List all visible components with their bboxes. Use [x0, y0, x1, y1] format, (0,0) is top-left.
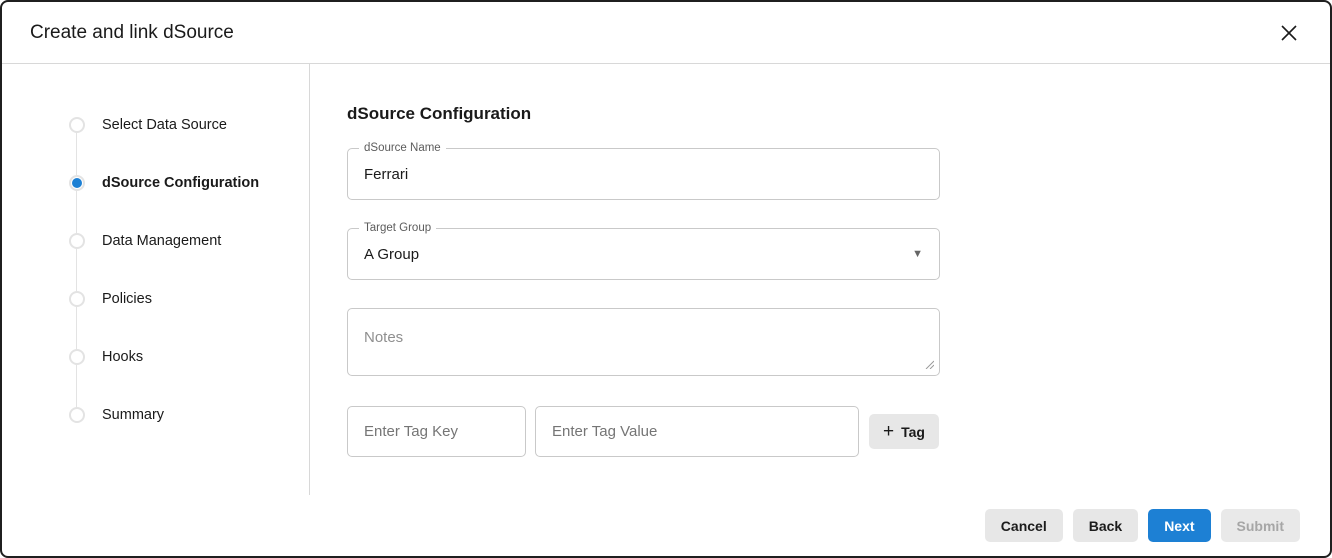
create-dsource-dialog: Create and link dSource Select Data Sour… — [0, 0, 1332, 558]
notes-textarea[interactable] — [347, 308, 940, 376]
add-tag-button[interactable]: + Tag — [869, 414, 939, 449]
wizard-stepper: Select Data Source dSource Configuration… — [2, 64, 310, 495]
step-label: Data Management — [102, 233, 221, 249]
notes-field — [347, 308, 940, 376]
chevron-down-icon: ▼ — [912, 248, 923, 260]
step-hooks[interactable]: Hooks — [2, 328, 309, 386]
step-label: Policies — [102, 291, 152, 307]
dsource-name-field: dSource Name — [347, 148, 940, 200]
step-select-data-source[interactable]: Select Data Source — [2, 96, 309, 154]
step-policies[interactable]: Policies — [2, 270, 309, 328]
tag-key-input[interactable] — [347, 406, 526, 457]
step-circle-icon — [69, 349, 85, 365]
target-group-label: Target Group — [359, 221, 436, 236]
target-group-select[interactable]: Target Group A Group ▼ — [347, 228, 940, 280]
dsource-name-input[interactable] — [364, 166, 923, 183]
dialog-footer: Cancel Back Next Submit — [2, 495, 1330, 556]
step-label: dSource Configuration — [102, 175, 259, 191]
next-button[interactable]: Next — [1148, 509, 1210, 542]
step-label: Hooks — [102, 349, 143, 365]
tag-value-input[interactable] — [535, 406, 859, 457]
close-icon — [1280, 24, 1298, 42]
step-circle-active-icon — [69, 175, 85, 191]
step-circle-icon — [69, 407, 85, 423]
target-group-value: A Group — [364, 246, 904, 263]
dialog-title: Create and link dSource — [30, 22, 234, 44]
step-summary[interactable]: Summary — [2, 386, 309, 444]
back-button[interactable]: Back — [1073, 509, 1138, 542]
tag-entry-row: + Tag — [347, 406, 940, 457]
submit-button[interactable]: Submit — [1221, 509, 1300, 542]
dialog-body: Select Data Source dSource Configuration… — [2, 64, 1330, 495]
step-circle-icon — [69, 117, 85, 133]
step-circle-icon — [69, 291, 85, 307]
step-label: Summary — [102, 407, 164, 423]
step-dsource-configuration[interactable]: dSource Configuration — [2, 154, 309, 212]
dialog-header: Create and link dSource — [2, 2, 1330, 64]
cancel-button[interactable]: Cancel — [985, 509, 1063, 542]
dsource-name-label: dSource Name — [359, 141, 446, 156]
dsource-configuration-panel: dSource Configuration dSource Name Targe… — [310, 64, 1330, 495]
step-data-management[interactable]: Data Management — [2, 212, 309, 270]
step-label: Select Data Source — [102, 117, 227, 133]
add-tag-button-label: Tag — [901, 424, 925, 440]
panel-heading: dSource Configuration — [347, 104, 1330, 124]
plus-icon: + — [883, 422, 894, 441]
step-circle-icon — [69, 233, 85, 249]
close-button[interactable] — [1276, 20, 1302, 46]
